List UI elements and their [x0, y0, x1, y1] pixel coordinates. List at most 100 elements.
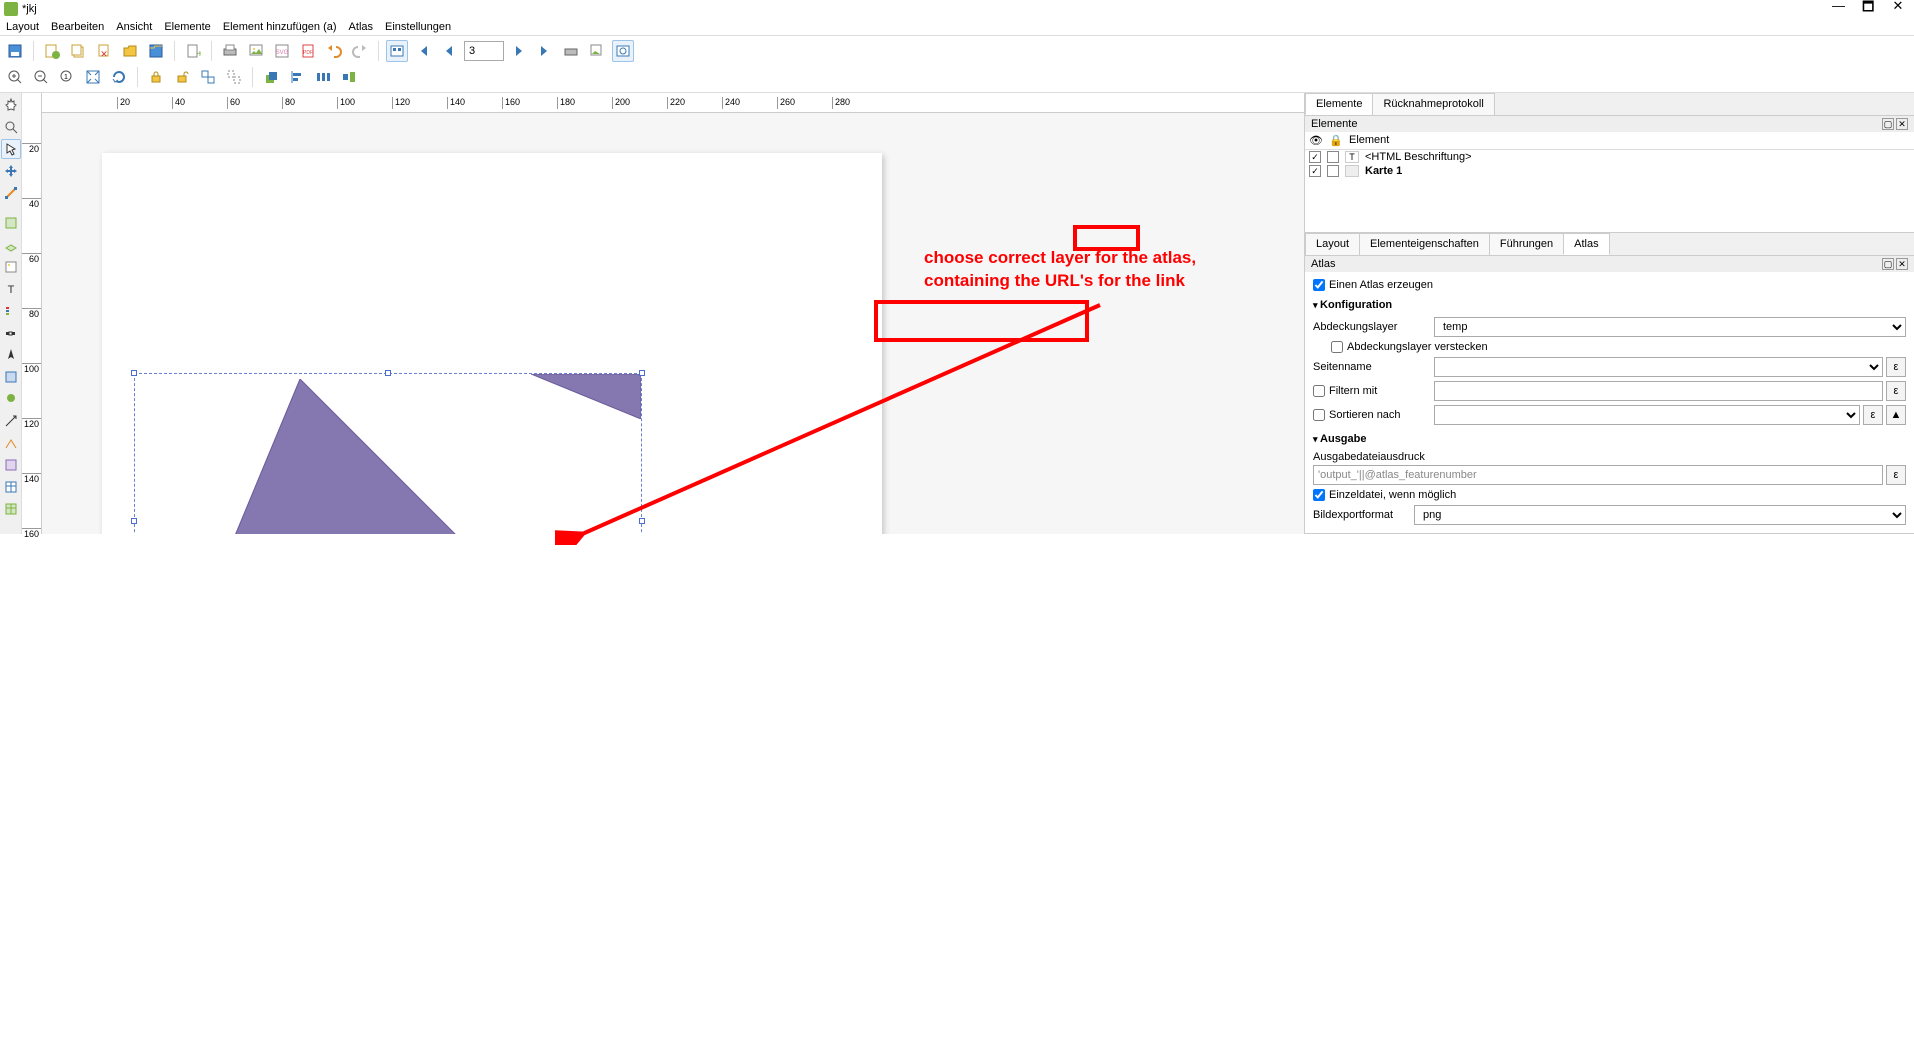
add-3dmap-tool[interactable]	[1, 235, 21, 255]
save-button[interactable]	[4, 40, 26, 62]
add-scalebar-tool[interactable]	[1, 323, 21, 343]
filter-input[interactable]	[1434, 381, 1883, 401]
tab-guides[interactable]: Führungen	[1489, 233, 1564, 255]
generate-atlas-checkbox[interactable]: Einen Atlas erzeugen	[1313, 279, 1906, 291]
menu-bearbeiten[interactable]: Bearbeiten	[51, 21, 104, 33]
zoom-out-button[interactable]	[30, 66, 52, 88]
add-picture-tool[interactable]	[1, 257, 21, 277]
section-output[interactable]: Ausgabe	[1313, 431, 1906, 447]
sort-select[interactable]	[1434, 405, 1860, 425]
new-layout-button[interactable]	[41, 40, 63, 62]
duplicate-layout-button[interactable]	[67, 40, 89, 62]
raise-button[interactable]	[260, 66, 282, 88]
panel-undock-icon[interactable]: ▢	[1882, 258, 1894, 270]
add-fixed-table-tool[interactable]	[1, 499, 21, 519]
menu-elemente[interactable]: Elemente	[164, 21, 210, 33]
lock-checkbox[interactable]	[1327, 151, 1339, 163]
zoom-tool[interactable]	[1, 117, 21, 137]
add-node-tool[interactable]	[1, 433, 21, 453]
atlas-page-input[interactable]	[464, 41, 504, 61]
refresh-button[interactable]	[108, 66, 130, 88]
add-table-tool[interactable]	[1, 477, 21, 497]
export-svg-button[interactable]: SVG	[271, 40, 293, 62]
atlas-export-button[interactable]	[586, 40, 608, 62]
menu-atlas[interactable]: Atlas	[349, 21, 373, 33]
add-shape-tool[interactable]	[1, 367, 21, 387]
panel-undock-icon[interactable]: ▢	[1882, 118, 1894, 130]
export-image-button[interactable]	[245, 40, 267, 62]
visible-checkbox[interactable]: ✓	[1309, 151, 1321, 163]
add-label-tool[interactable]: T	[1, 279, 21, 299]
coverage-layer-select[interactable]: temp	[1434, 317, 1906, 337]
move-content-tool[interactable]	[1, 161, 21, 181]
delete-layout-button[interactable]: ✕	[93, 40, 115, 62]
save-as-template-button[interactable]	[145, 40, 167, 62]
atlas-last-button[interactable]	[534, 40, 556, 62]
element-row-karte[interactable]: ✓ Karte 1	[1305, 164, 1914, 178]
pagename-select[interactable]	[1434, 357, 1883, 377]
distribute-button[interactable]	[312, 66, 334, 88]
print-button[interactable]	[219, 40, 241, 62]
expression-button[interactable]: ε	[1886, 465, 1906, 485]
visible-checkbox[interactable]: ✓	[1309, 165, 1321, 177]
zoom-full-button[interactable]	[82, 66, 104, 88]
menu-layout[interactable]: Layout	[6, 21, 39, 33]
group-button[interactable]	[197, 66, 219, 88]
tab-element-properties[interactable]: Elementeigenschaften	[1359, 233, 1490, 255]
panel-close-icon[interactable]: ✕	[1896, 258, 1908, 270]
menu-ansicht[interactable]: Ansicht	[116, 21, 152, 33]
ungroup-button[interactable]	[223, 66, 245, 88]
single-file-checkbox[interactable]: Einzeldatei, wenn möglich	[1313, 489, 1906, 501]
output-expression-input[interactable]	[1313, 465, 1883, 485]
panel-close-icon[interactable]: ✕	[1896, 118, 1908, 130]
add-legend-tool[interactable]	[1, 301, 21, 321]
add-marker-tool[interactable]	[1, 389, 21, 409]
align-left-button[interactable]	[286, 66, 308, 88]
sort-checkbox[interactable]: Sortieren nach	[1313, 409, 1428, 421]
expression-button[interactable]: ε	[1863, 405, 1883, 425]
atlas-preview-toggle[interactable]	[386, 40, 408, 62]
tab-elemente[interactable]: Elemente	[1305, 93, 1373, 115]
open-button[interactable]	[119, 40, 141, 62]
lock-button[interactable]	[145, 66, 167, 88]
menu-add-element[interactable]: Element hinzufügen (a)	[223, 21, 337, 33]
hide-coverage-checkbox[interactable]: Abdeckungslayer verstecken	[1331, 341, 1906, 353]
atlas-first-button[interactable]	[412, 40, 434, 62]
close-button[interactable]: ✕	[1892, 0, 1904, 20]
maximize-button[interactable]: 🗖	[1862, 0, 1874, 20]
tab-undo-history[interactable]: Rücknahmeprotokoll	[1372, 93, 1494, 115]
expression-button[interactable]: ε	[1886, 357, 1906, 377]
select-tool[interactable]	[1, 139, 21, 159]
element-row-html[interactable]: ✓ T <HTML Beschriftung>	[1305, 150, 1914, 164]
expression-button[interactable]: ε	[1886, 381, 1906, 401]
menu-einstellungen[interactable]: Einstellungen	[385, 21, 451, 33]
unlock-button[interactable]	[171, 66, 193, 88]
minimize-button[interactable]: —	[1832, 0, 1844, 20]
add-from-template-button[interactable]: +	[182, 40, 204, 62]
zoom-actual-button[interactable]: 1	[56, 66, 78, 88]
filter-checkbox[interactable]: Filtern mit	[1313, 385, 1428, 397]
tab-layout[interactable]: Layout	[1305, 233, 1360, 255]
tab-atlas[interactable]: Atlas	[1563, 233, 1609, 255]
pan-tool[interactable]	[1, 95, 21, 115]
add-north-arrow-tool[interactable]	[1, 345, 21, 365]
atlas-settings-button[interactable]	[612, 40, 634, 62]
atlas-prev-button[interactable]	[438, 40, 460, 62]
section-config[interactable]: Konfiguration	[1313, 297, 1906, 313]
map-item[interactable]	[134, 373, 642, 534]
sort-order-button[interactable]: ▲	[1886, 405, 1906, 425]
image-format-select[interactable]: png	[1414, 505, 1906, 525]
add-html-tool[interactable]	[1, 455, 21, 475]
add-arrow-tool[interactable]	[1, 411, 21, 431]
edit-nodes-tool[interactable]	[1, 183, 21, 203]
resize-button[interactable]	[338, 66, 360, 88]
atlas-next-button[interactable]	[508, 40, 530, 62]
add-map-tool[interactable]	[1, 213, 21, 233]
export-pdf-button[interactable]: PDF	[297, 40, 319, 62]
atlas-print-button[interactable]	[560, 40, 582, 62]
redo-button[interactable]	[349, 40, 371, 62]
zoom-in-button[interactable]	[4, 66, 26, 88]
undo-button[interactable]	[323, 40, 345, 62]
layout-page[interactable]: Version 1: this is a link, https://en.wi…	[102, 153, 882, 534]
lock-checkbox[interactable]	[1327, 165, 1339, 177]
